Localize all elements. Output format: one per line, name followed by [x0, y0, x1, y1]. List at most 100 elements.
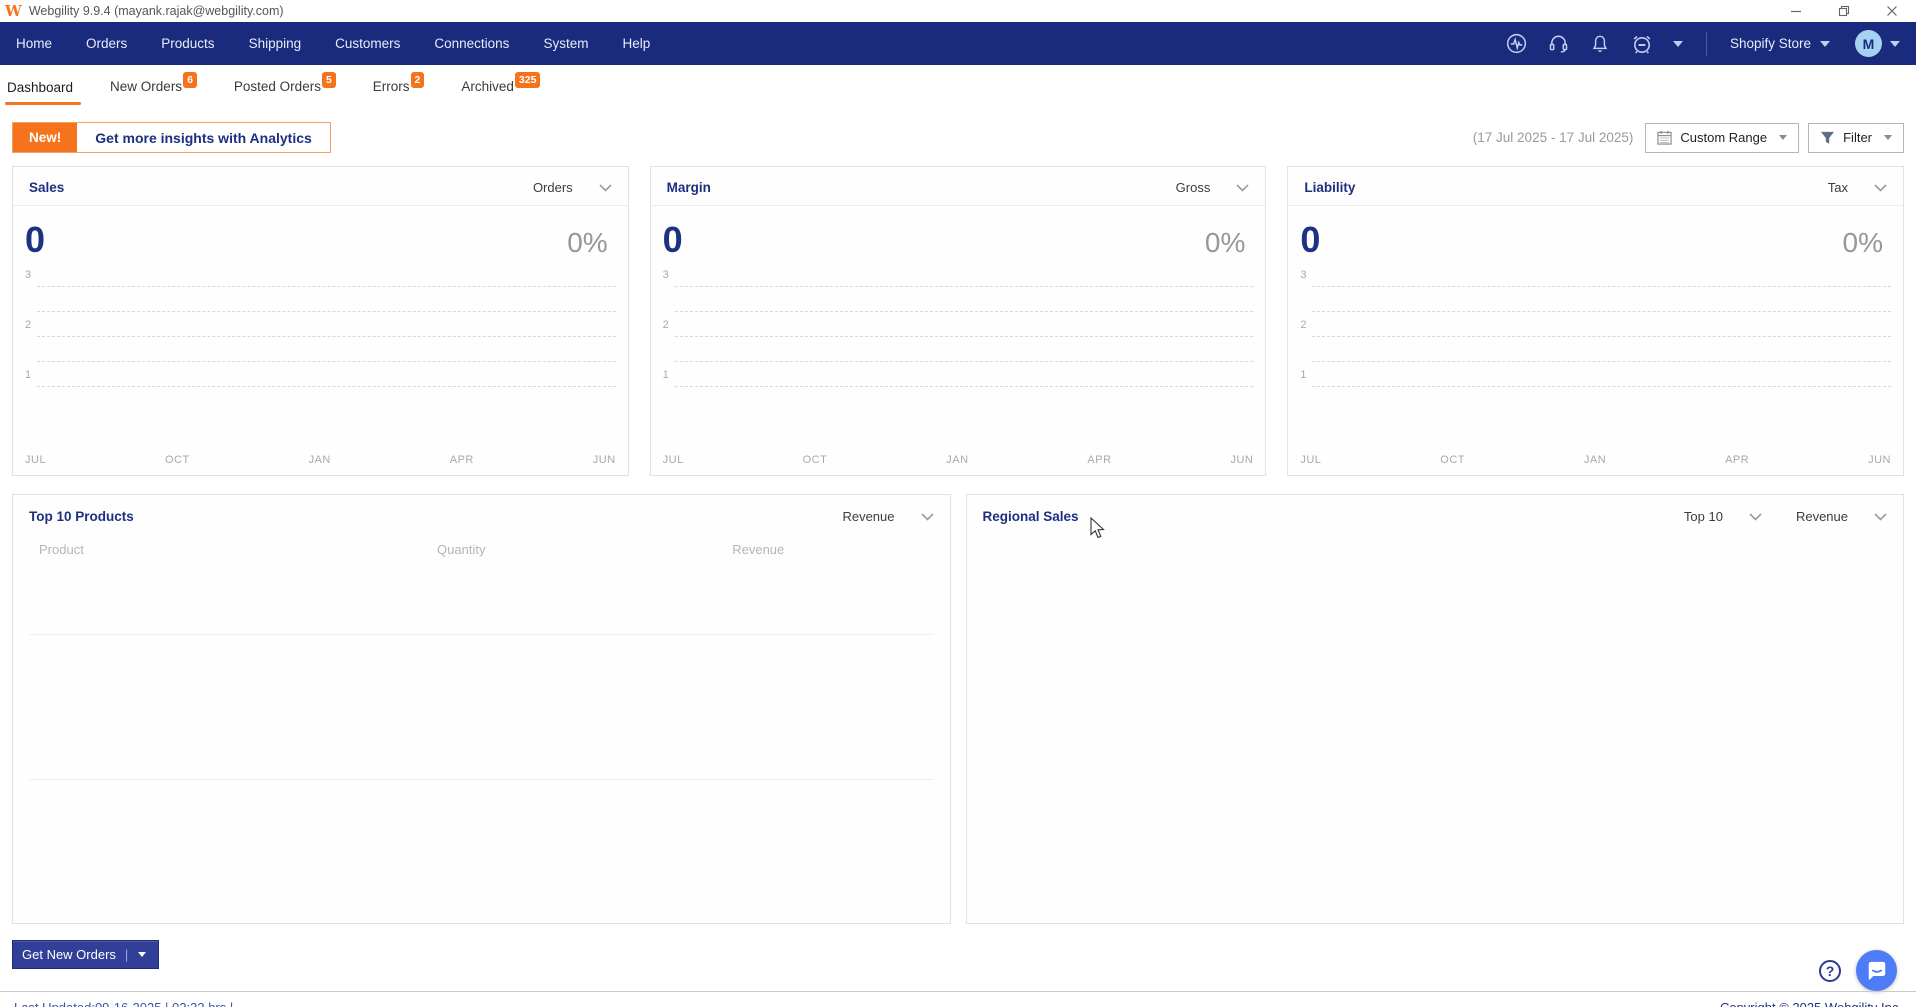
x-tick-apr: APR	[1725, 454, 1750, 466]
x-tick-jun: JUN	[592, 454, 616, 466]
filter-caret-icon	[1884, 135, 1892, 140]
sales-metric-dropdown[interactable]: Orders	[533, 180, 612, 195]
gridline	[674, 286, 1254, 287]
chat-launcher-icon[interactable]	[1856, 950, 1897, 991]
margin-card: Margin Gross 0 0% 3 2 1 JUL OCT JAN APR …	[649, 166, 1267, 476]
chevron-down-icon	[1874, 183, 1887, 192]
column-quantity: Quantity	[437, 542, 486, 557]
nav-item-products[interactable]: Products	[161, 36, 214, 51]
x-tick-apr: APR	[1087, 454, 1112, 466]
get-new-orders-label: Get New Orders	[22, 947, 116, 962]
get-new-orders-button[interactable]: Get New Orders |	[12, 940, 160, 969]
top-products-column-headers: Product Quantity Revenue	[13, 534, 950, 557]
y-tick-1: 1	[1300, 369, 1307, 381]
margin-metric-label: Gross	[1175, 180, 1211, 195]
sales-card-title: Sales	[29, 180, 65, 195]
regional-sales-title: Regional Sales	[982, 509, 1079, 524]
nav-item-help[interactable]: Help	[622, 36, 650, 51]
support-headset-icon[interactable]	[1547, 32, 1570, 55]
regional-sales-card: Regional Sales Top 10 Revenue	[965, 494, 1904, 924]
nav-item-orders[interactable]: Orders	[86, 36, 127, 51]
liability-count-value: 0	[1300, 219, 1321, 260]
analytics-banner-button[interactable]: New! Get more insights with Analytics	[12, 122, 331, 153]
liability-metrics: 0 0%	[1288, 206, 1903, 258]
tab-dashboard[interactable]: Dashboard	[4, 67, 82, 109]
margin-card-header: Margin Gross	[650, 167, 1266, 206]
sales-chart-x-axis: JUL OCT JAN APR JUN	[25, 454, 616, 466]
get-new-orders-caret-icon[interactable]	[138, 952, 147, 957]
gridline	[1312, 386, 1892, 387]
x-tick-jul: JUL	[25, 454, 47, 466]
sales-percent-value: 0%	[567, 227, 608, 258]
chevron-down-icon	[1874, 512, 1887, 521]
sales-metrics: 0 0%	[13, 206, 628, 258]
liability-card-title: Liability	[1304, 180, 1356, 195]
gridline	[674, 386, 1254, 387]
gridline	[1312, 336, 1892, 337]
gridline	[1312, 361, 1892, 362]
liability-card-header: Liability Tax	[1288, 167, 1904, 206]
footer-strip: Get New Orders | ?	[12, 924, 1904, 991]
gridline	[674, 311, 1254, 312]
nav-item-shipping[interactable]: Shipping	[249, 36, 302, 51]
tab-posted-orders-label: Posted Orders	[233, 78, 321, 94]
toolbar-right: (17 Jul 2025 - 17 Jul 2025) Custom Range…	[1472, 122, 1904, 153]
errors-count-badge: 2	[410, 71, 425, 88]
chevron-down-icon	[1236, 183, 1249, 192]
tab-errors[interactable]: Errors 2	[373, 66, 425, 110]
restore-button[interactable]	[1820, 0, 1868, 22]
scheduler-caret-icon[interactable]	[1672, 40, 1683, 47]
webgility-logo-icon: W	[5, 1, 22, 20]
x-tick-jun: JUN	[1868, 454, 1891, 466]
nav-item-system[interactable]: System	[543, 36, 588, 51]
gridline	[1312, 286, 1892, 287]
chevron-down-icon	[599, 183, 612, 192]
chevron-down-icon	[920, 512, 934, 521]
x-tick-jan: JAN	[946, 454, 969, 466]
list-separator	[29, 779, 934, 780]
regional-metric-dropdown[interactable]: Revenue	[1796, 509, 1887, 524]
nav-item-customers[interactable]: Customers	[335, 36, 400, 51]
top-products-metric-dropdown[interactable]: Revenue	[842, 509, 934, 524]
statusbar: Last Updated:09-16-2025 | 02:33 hrs | Co…	[0, 991, 1916, 1007]
help-icon[interactable]: ?	[1819, 959, 1841, 982]
sales-chart: 3 2 1 JUL OCT JAN APR JUN	[13, 262, 628, 475]
scheduler-alarm-icon[interactable]	[1630, 32, 1654, 56]
user-avatar-dropdown[interactable]: M	[1855, 30, 1900, 57]
notifications-bell-icon[interactable]	[1589, 33, 1611, 55]
tab-posted-orders[interactable]: Posted Orders 5	[234, 66, 336, 110]
sales-metric-label: Orders	[532, 180, 573, 195]
column-revenue: Revenue	[732, 542, 785, 557]
top-products-title: Top 10 Products	[29, 509, 134, 524]
window-title: Webgility 9.9.4 (mayank.rajak@webgility.…	[28, 4, 284, 18]
liability-chart: 3 2 1 JUL OCT JAN APR JUN	[1288, 262, 1903, 475]
nav-divider	[1705, 31, 1707, 56]
custom-range-button[interactable]: Custom Range	[1645, 122, 1800, 153]
webgility-app-window: W Webgility 9.9.4 (mayank.rajak@webgilit…	[0, 0, 1916, 1007]
filter-button[interactable]: Filter	[1808, 122, 1904, 153]
dashboard-content: New! Get more insights with Analytics (1…	[0, 110, 1916, 991]
lower-cards-row: Top 10 Products Revenue Product Quantity…	[12, 494, 1904, 924]
sales-card-header: Sales Orders	[13, 167, 628, 206]
liability-metric-dropdown[interactable]: Tax	[1828, 180, 1887, 195]
new-badge: New!	[13, 123, 78, 152]
activity-icon[interactable]	[1505, 32, 1528, 55]
liability-percent-value: 0%	[1842, 227, 1884, 258]
new-orders-count-badge: 6	[183, 71, 197, 88]
minimize-button[interactable]	[1772, 0, 1820, 22]
filter-label: Filter	[1843, 130, 1872, 145]
store-selector-dropdown[interactable]: Shopify Store	[1730, 36, 1830, 51]
nav-item-home[interactable]: Home	[16, 36, 52, 51]
margin-metrics: 0 0%	[651, 206, 1266, 258]
copyright-text: Copyright © 2025 Webgility Inc.	[1720, 1000, 1902, 1007]
tab-new-orders[interactable]: New Orders 6	[110, 66, 197, 110]
posted-orders-count-badge: 5	[321, 71, 336, 88]
y-tick-2: 2	[662, 319, 669, 331]
close-button[interactable]	[1868, 0, 1916, 22]
nav-item-connections[interactable]: Connections	[434, 36, 509, 51]
tab-archived[interactable]: Archived 325	[461, 66, 541, 110]
y-tick-2: 2	[1300, 319, 1307, 331]
date-range-text: (17 Jul 2025 - 17 Jul 2025)	[1472, 130, 1634, 145]
regional-top-count-dropdown[interactable]: Top 10	[1684, 509, 1762, 524]
margin-metric-dropdown[interactable]: Gross	[1176, 180, 1250, 195]
